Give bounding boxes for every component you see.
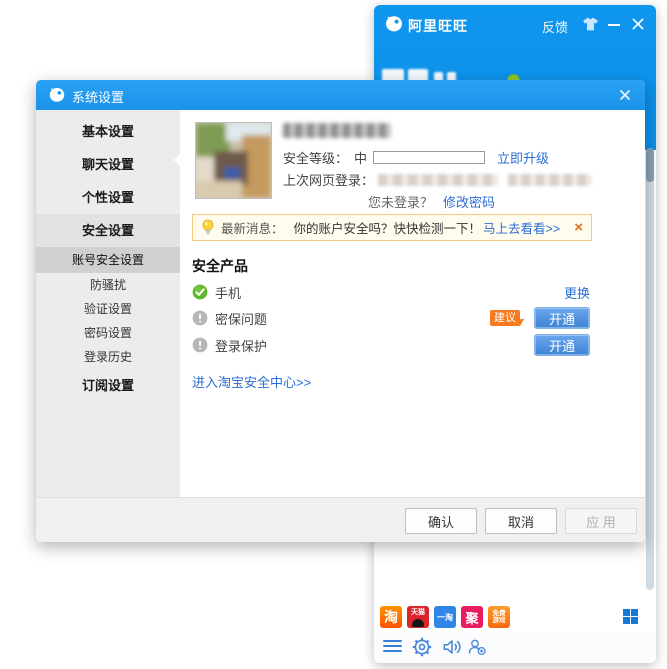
free-games-label: 免费游戏 (492, 610, 507, 624)
shirt-icon[interactable] (582, 16, 599, 32)
sidebar-item-login-history[interactable]: 登录历史 (36, 345, 180, 369)
sidebar-item-chat[interactable]: 聊天设置 (36, 148, 180, 181)
security-level-label: 安全等级： (283, 148, 348, 167)
check-circle-icon (192, 284, 208, 300)
not-logged-in-text: 您未登录？ (368, 192, 433, 211)
gear-icon[interactable] (411, 636, 433, 658)
news-alert-bar: 最新消息： 你的账户安全吗？快快检测一下！ 马上去看看>> × (192, 214, 592, 241)
sidebar-item-subscription[interactable]: 订阅设置 (36, 369, 180, 402)
redacted-login-location (508, 174, 592, 186)
etao-label: 一淘 (437, 612, 453, 623)
wangwang-titlebar[interactable]: 阿里旺旺 反馈 (374, 5, 656, 43)
change-phone-link[interactable]: 更换 (564, 283, 590, 302)
taobao-icon[interactable]: 淘 (380, 606, 402, 628)
alert-message: 你的账户安全吗？快快检测一下！ (294, 218, 482, 237)
bottom-toolbar (374, 633, 656, 663)
security-level-progressbar (373, 151, 485, 164)
lightbulb-icon (201, 219, 215, 236)
exclamation-circle-icon (192, 310, 208, 326)
product-row-login-protection: 登录保护 开通 (192, 331, 592, 359)
app-dock: 淘 天猫 一淘 聚 免费游戏 (374, 603, 656, 631)
menu-icon[interactable] (382, 636, 404, 658)
redacted-login-time (378, 174, 498, 186)
window-title: 阿里旺旺 (408, 16, 468, 36)
minimize-icon[interactable] (608, 16, 622, 32)
apply-button[interactable]: 应 用 (565, 508, 637, 534)
sidebar-item-personal[interactable]: 个性设置 (36, 181, 180, 214)
enable-security-question-button[interactable]: 开通 (534, 307, 590, 329)
feedback-link[interactable]: 反馈 (542, 17, 568, 36)
dialog-title: 系统设置 (72, 87, 124, 106)
avatar (195, 122, 272, 199)
sidebar-item-password[interactable]: 密码设置 (36, 321, 180, 345)
taobao-security-center-link[interactable]: 进入淘宝安全中心>> (192, 375, 311, 390)
sidebar-item-account-security[interactable]: 账号安全设置 (36, 247, 180, 273)
wangwang-logo-icon (48, 86, 66, 104)
product-label: 手机 (215, 283, 241, 302)
last-login-label: 上次网页登录： (283, 170, 374, 189)
etao-icon[interactable]: 一淘 (434, 606, 456, 628)
alert-prefix: 最新消息： (221, 218, 284, 237)
taobao-label: 淘 (384, 607, 398, 627)
confirm-button[interactable]: 确认 (405, 508, 477, 534)
product-row-phone: 手机 更换 (192, 278, 592, 306)
sidebar-item-anti-harassment[interactable]: 防骚扰 (36, 273, 180, 297)
alert-close-icon[interactable]: × (574, 220, 583, 235)
juhuasuan-icon[interactable]: 聚 (461, 606, 483, 628)
security-level-value: 中 (354, 148, 367, 167)
redacted-username (283, 123, 391, 138)
apps-grid-icon[interactable] (623, 609, 630, 616)
speaker-icon[interactable] (441, 636, 463, 658)
close-icon[interactable] (617, 87, 633, 103)
enable-login-protection-button[interactable]: 开通 (534, 334, 590, 356)
scrollbar-thumb[interactable] (646, 148, 654, 182)
change-password-link[interactable]: 修改密码 (443, 192, 495, 211)
exclamation-circle-icon (192, 337, 208, 353)
upgrade-now-link[interactable]: 立即升级 (497, 148, 549, 167)
security-products-heading: 安全产品 (192, 256, 248, 276)
add-contact-icon[interactable] (466, 636, 488, 658)
close-icon[interactable] (630, 16, 646, 32)
go-check-link[interactable]: 马上去看看>> (483, 218, 560, 237)
sidebar-item-basic[interactable]: 基本设置 (36, 115, 180, 148)
free-games-icon[interactable]: 免费游戏 (488, 606, 510, 628)
wangwang-logo-icon (384, 14, 404, 34)
product-label: 登录保护 (215, 336, 267, 355)
cancel-button[interactable]: 取消 (485, 508, 557, 534)
sidebar-item-verification[interactable]: 验证设置 (36, 297, 180, 321)
suggestion-badge[interactable]: 建议 (490, 310, 520, 326)
tmall-icon[interactable]: 天猫 (407, 606, 429, 628)
product-label: 密保问题 (215, 309, 267, 328)
settings-content: 安全等级： 中 立即升级 上次网页登录： 您未登录？ 修改密码 (180, 110, 645, 497)
tmall-label: 天猫 (407, 607, 429, 617)
sidebar-item-security[interactable]: 安全设置 (36, 214, 180, 247)
scrollbar-track[interactable] (646, 148, 654, 590)
product-row-security-question: 密保问题 建议 开通 (192, 304, 592, 332)
sidebar: 基本设置 聊天设置 个性设置 安全设置 账号安全设置 防骚扰 验证设置 密码设置… (36, 110, 180, 497)
dialog-titlebar[interactable]: 系统设置 (36, 80, 645, 110)
juhuasuan-label: 聚 (465, 608, 478, 627)
settings-dialog: 系统设置 基本设置 聊天设置 个性设置 安全设置 账号安全设置 防骚扰 验证设置… (36, 80, 645, 542)
dialog-footer: 确认 取消 应 用 (36, 497, 645, 542)
desktop: 阿里旺旺 反馈 淘 天猫 (0, 0, 667, 669)
